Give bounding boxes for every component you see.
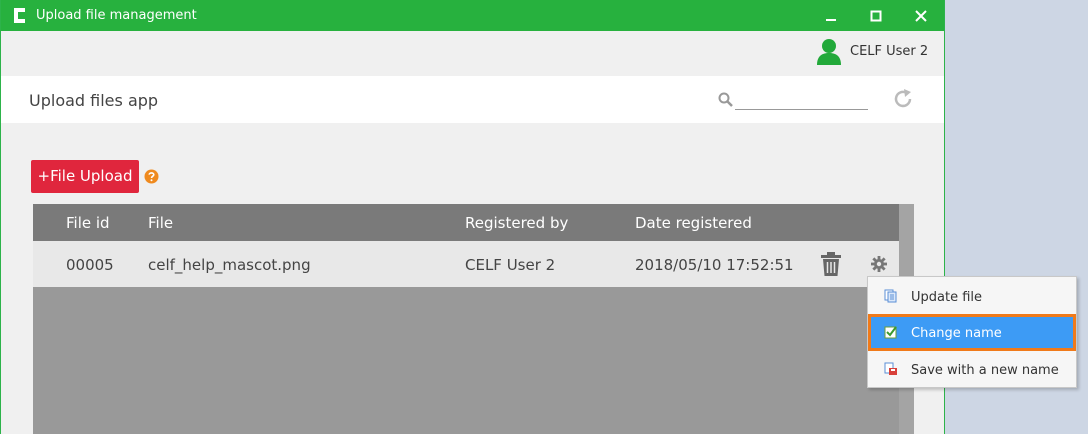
app-title: Upload files app: [29, 91, 159, 110]
close-icon: [915, 10, 927, 22]
context-menu: Update file Change name Save with a new …: [867, 276, 1077, 388]
minimize-button[interactable]: [809, 0, 853, 31]
change-name-icon: [884, 326, 897, 339]
cell-date-registered: 2018/05/10 17:52:51: [635, 256, 794, 274]
table-row[interactable]: 00005 celf_help_mascot.png CELF User 2 2…: [33, 241, 899, 287]
menu-item-change-name[interactable]: Change name: [868, 314, 1076, 351]
user-avatar-icon[interactable]: [816, 38, 842, 65]
update-file-icon: [884, 289, 897, 303]
table-header: File id File Registered by Date register…: [33, 204, 899, 241]
app-logo-icon: [14, 8, 25, 23]
user-bar: CELF User 2: [1, 31, 944, 76]
cell-registered-by: CELF User 2: [465, 256, 556, 274]
main-content: +File Upload File id File Registered by …: [1, 123, 944, 434]
cell-file: celf_help_mascot.png: [148, 256, 311, 274]
menu-item-update-file[interactable]: Update file: [868, 278, 1076, 315]
column-header-file[interactable]: File: [148, 214, 173, 232]
column-header-file-id[interactable]: File id: [66, 214, 110, 232]
column-header-date-registered[interactable]: Date registered: [635, 214, 752, 232]
maximize-icon: [870, 10, 882, 22]
minimize-icon: [826, 19, 836, 21]
cell-file-id: 00005: [66, 256, 114, 274]
search-icon: [718, 92, 733, 107]
menu-item-label: Update file: [911, 290, 983, 305]
user-name[interactable]: CELF User 2: [850, 44, 928, 59]
menu-item-label: Change name: [911, 326, 1002, 341]
app-header: Upload files app: [1, 76, 944, 123]
help-icon[interactable]: [144, 169, 159, 184]
file-table: File id File Registered by Date register…: [33, 204, 914, 434]
search-input[interactable]: [735, 84, 868, 110]
app-window: Upload file management CELF User 2 Uploa…: [0, 0, 945, 434]
menu-item-save-with-new-name[interactable]: Save with a new name: [868, 351, 1076, 388]
file-upload-button[interactable]: +File Upload: [31, 160, 139, 193]
gear-icon[interactable]: [871, 256, 887, 272]
close-button[interactable]: [899, 0, 943, 31]
column-header-registered-by[interactable]: Registered by: [465, 214, 568, 232]
refresh-icon[interactable]: [892, 88, 914, 110]
maximize-button[interactable]: [854, 0, 898, 31]
window-title: Upload file management: [36, 8, 197, 23]
trash-icon[interactable]: [820, 251, 842, 277]
save-new-name-icon: [884, 362, 897, 375]
title-bar[interactable]: Upload file management: [1, 0, 944, 31]
menu-item-label: Save with a new name: [911, 363, 1059, 378]
